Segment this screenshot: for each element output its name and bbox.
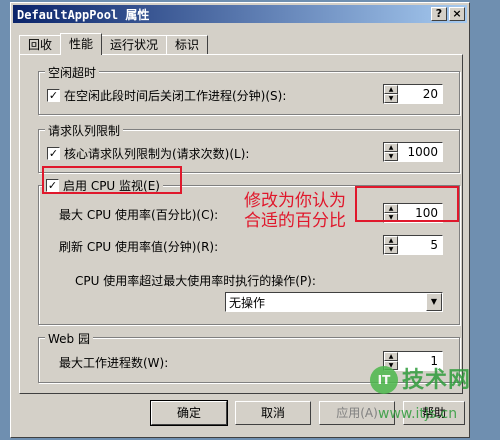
watermark-url: www.itjs.cn — [378, 406, 458, 422]
queue-checkbox[interactable]: ✓ — [47, 147, 60, 160]
idle-timeout-group: 空闲超时 ✓ 在空闲此段时间后关闭工作进程(分钟)(S): ▲ ▼ 20 — [38, 64, 460, 115]
tab-performance[interactable]: 性能 — [60, 33, 103, 55]
idle-checkbox[interactable]: ✓ — [47, 89, 60, 102]
annotation-line2: 合适的百分比 — [244, 211, 346, 231]
webgarden-group-label: Web 园 — [45, 330, 93, 347]
tab-strip: 回收 性能 运行状况 标识 — [19, 33, 209, 55]
cpu-refresh-label: 刷新 CPU 使用率值(分钟)(R): — [59, 240, 219, 254]
tab-identity[interactable]: 标识 — [166, 35, 209, 55]
spin-up-icon[interactable]: ▲ — [384, 143, 398, 152]
cpu-action-row: CPU 使用率超过最大使用率时执行的操作(P): — [75, 272, 316, 289]
queue-checkbox-row[interactable]: ✓ 核心请求队列限制为(请求次数)(L): — [47, 145, 249, 162]
annotation-line1: 修改为你认为 — [244, 191, 346, 211]
cpu-max-label: 最大 CPU 使用率(百分比)(C): — [59, 208, 219, 222]
cpu-refresh-row: 刷新 CPU 使用率值(分钟)(R): — [59, 238, 218, 255]
webgarden-max-row: 最大工作进程数(W): — [59, 354, 168, 371]
queue-group-label: 请求队列限制 — [45, 122, 124, 139]
cpu-refresh-spinner[interactable]: ▲ ▼ 5 — [383, 235, 443, 255]
watermark-title: 技术网 — [402, 368, 472, 393]
spin-up-icon[interactable]: ▲ — [384, 236, 398, 245]
queue-checkbox-label: 核心请求队列限制为(请求次数)(L): — [64, 147, 250, 161]
window-title: DefaultAppPool 属性 — [17, 7, 150, 22]
spin-down-icon[interactable]: ▼ — [384, 152, 398, 161]
cancel-button[interactable]: 取消 — [235, 401, 311, 425]
idle-group-label: 空闲超时 — [45, 64, 100, 81]
spin-up-icon[interactable]: ▲ — [384, 85, 398, 94]
idle-minutes-spinner[interactable]: ▲ ▼ 20 — [383, 84, 443, 104]
cpu-max-row: 最大 CPU 使用率(百分比)(C): — [59, 206, 218, 223]
queue-limit-spinner[interactable]: ▲ ▼ 1000 — [383, 142, 443, 162]
cpu-action-label: CPU 使用率超过最大使用率时执行的操作(P): — [75, 274, 316, 288]
ok-button[interactable]: 确定 — [150, 400, 228, 426]
performance-panel: 空闲超时 ✓ 在空闲此段时间后关闭工作进程(分钟)(S): ▲ ▼ 20 请求队列… — [19, 54, 463, 394]
help-title-button[interactable]: ? — [431, 7, 447, 21]
idle-checkbox-row[interactable]: ✓ 在空闲此段时间后关闭工作进程(分钟)(S): — [47, 87, 286, 104]
watermark: IT 技术网 www.itjs.cn — [368, 358, 496, 436]
cpu-refresh-value[interactable]: 5 — [398, 236, 442, 254]
spin-down-icon[interactable]: ▼ — [384, 94, 398, 103]
spin-down-icon[interactable]: ▼ — [384, 245, 398, 254]
tab-health[interactable]: 运行状况 — [101, 35, 168, 55]
close-button[interactable]: × — [449, 7, 465, 21]
tab-recycle[interactable]: 回收 — [19, 35, 62, 55]
cpu-action-select[interactable]: 无操作 ▼ — [225, 292, 443, 312]
idle-minutes-value[interactable]: 20 — [398, 85, 442, 103]
idle-checkbox-label: 在空闲此段时间后关闭工作进程(分钟)(S): — [64, 89, 287, 103]
watermark-logo-icon: IT — [370, 366, 398, 394]
queue-limit-value[interactable]: 1000 — [398, 143, 442, 161]
dropdown-arrow-icon[interactable]: ▼ — [426, 293, 442, 311]
title-bar: DefaultAppPool 属性 ? × — [13, 5, 467, 23]
cpu-checkbox-highlight — [42, 166, 182, 194]
cpu-action-value[interactable]: 无操作 — [226, 294, 426, 311]
cpu-max-highlight — [355, 186, 459, 222]
webgarden-max-label: 最大工作进程数(W): — [59, 356, 169, 370]
